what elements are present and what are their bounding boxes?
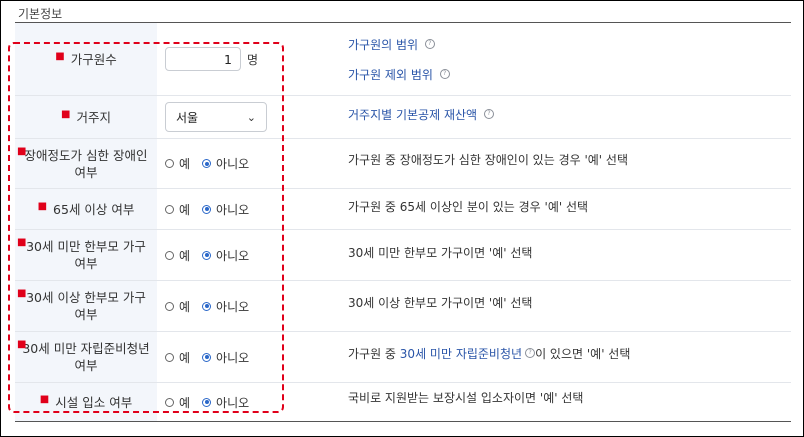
- question-circle-icon[interactable]: ?: [525, 348, 536, 358]
- radio-button[interactable]: [165, 250, 174, 260]
- radio-label: 예: [179, 299, 191, 314]
- unit-label: 명: [247, 52, 259, 67]
- input-cell: 예 아니오: [165, 139, 261, 188]
- input-cell: 예 아니오: [165, 189, 261, 229]
- radio-label: 아니오: [216, 350, 250, 365]
- row-single-parent-under30: ■ 30세 미만 한부모 가구 여부 예 아니오 30세 미만 한부모 가구이면…: [15, 230, 791, 281]
- radio-label: 예: [179, 202, 191, 217]
- label-text: 30세 이상 한부모 가구 여부: [26, 290, 146, 322]
- label-severe-disability: ■ 장애정도가 심한 장애인 여부: [15, 139, 157, 188]
- radio-yes[interactable]: 예: [165, 155, 190, 172]
- radio-button[interactable]: [165, 159, 174, 168]
- label-text: 30세 미만 자립준비청년 여부: [22, 341, 150, 373]
- radio-yes[interactable]: 예: [165, 298, 190, 315]
- radio-yes[interactable]: 예: [165, 201, 190, 218]
- household-size-input[interactable]: [165, 47, 241, 71]
- question-circle-icon[interactable]: ?: [483, 109, 494, 119]
- radio-label: 예: [179, 157, 191, 171]
- radio-button[interactable]: [165, 352, 174, 362]
- label-youth-independence: ■ 30세 미만 자립준비청년 여부: [15, 332, 157, 382]
- radio-no[interactable]: 아니오: [202, 247, 249, 264]
- row-facility: ■ 시설 입소 여부 예 아니오 국비로 지원받는 보장시설 입소자이면 '예'…: [15, 383, 791, 422]
- required-marker: ■: [17, 146, 27, 157]
- residence-select[interactable]: 서울 ⌄: [165, 102, 267, 132]
- radio-yes[interactable]: 예: [165, 349, 190, 366]
- label-text: 시설 입소 여부: [55, 394, 133, 410]
- label-facility: ■ 시설 입소 여부: [15, 383, 157, 421]
- household-exclusion-link[interactable]: 가구원 제외 범위: [348, 68, 433, 82]
- radio-group: 예 아니오: [165, 247, 261, 264]
- residence-deduction-link[interactable]: 거주지별 기본공제 재산액: [348, 108, 477, 122]
- label-text: 거주지: [76, 109, 111, 125]
- radio-no[interactable]: 아니오: [202, 298, 249, 315]
- row-severe-disability: ■ 장애정도가 심한 장애인 여부 예 아니오 가구원 중 장애정도가 심한 장…: [15, 139, 791, 189]
- radio-group: 예 아니오: [165, 394, 261, 411]
- radio-yes[interactable]: 예: [165, 394, 190, 411]
- desc-suffix: 이 있으면 '예' 선택: [535, 347, 631, 361]
- row-household-size: ■ 가구원수 명 가구원의 범위 ? 가구원 제외 범위 ?: [15, 23, 791, 96]
- youth-independence-link[interactable]: 30세 미만 자립준비청년: [400, 347, 522, 361]
- required-marker: ■: [55, 50, 65, 62]
- desc-prefix: 가구원 중: [348, 347, 400, 361]
- required-marker: ■: [39, 393, 50, 405]
- label-senior: ■ 65세 이상 여부: [15, 189, 157, 229]
- input-cell: 예 아니오: [165, 281, 261, 331]
- required-marker: ■: [17, 237, 27, 248]
- radio-button[interactable]: [202, 250, 212, 260]
- radio-label: 아니오: [216, 395, 250, 410]
- radio-label: 예: [179, 395, 191, 410]
- household-scope-link[interactable]: 가구원의 범위: [348, 38, 418, 52]
- row-residence: ■ 거주지 서울 ⌄ 거주지별 기본공제 재산액 ?: [15, 96, 791, 139]
- required-marker: ■: [17, 288, 27, 299]
- radio-no[interactable]: 아니오: [202, 349, 249, 366]
- required-marker: ■: [17, 339, 27, 350]
- input-cell: 예 아니오: [165, 383, 261, 421]
- radio-label: 예: [179, 248, 191, 263]
- label-text: 30세 미만 한부모 가구 여부: [26, 239, 146, 271]
- label-single-parent-over30: ■ 30세 이상 한부모 가구 여부: [15, 281, 157, 331]
- radio-button[interactable]: [202, 301, 212, 311]
- radio-label: 아니오: [216, 202, 250, 217]
- section-title: 기본정보: [18, 7, 63, 21]
- radio-yes[interactable]: 예: [165, 247, 190, 264]
- chevron-down-icon: ⌄: [246, 110, 256, 124]
- radio-label: 예: [179, 350, 191, 365]
- required-marker: ■: [37, 200, 48, 212]
- label-text: 65세 이상 여부: [53, 201, 135, 217]
- radio-group: 예 아니오: [165, 349, 261, 366]
- select-value: 서울: [176, 110, 199, 125]
- label-text: 장애정도가 심한 장애인 여부: [24, 147, 148, 180]
- row-senior: ■ 65세 이상 여부 예 아니오 가구원 중 65세 이상인 분이 있는 경우…: [15, 189, 791, 230]
- input-cell: 서울 ⌄: [165, 96, 267, 138]
- radio-button[interactable]: [202, 159, 212, 168]
- radio-button[interactable]: [165, 301, 174, 311]
- radio-no[interactable]: 아니오: [202, 201, 249, 218]
- row-youth-independence: ■ 30세 미만 자립준비청년 여부 예 아니오 가구원 중 30세 미만 자립…: [15, 332, 791, 383]
- radio-button[interactable]: [202, 204, 212, 214]
- radio-button[interactable]: [165, 204, 174, 214]
- radio-no[interactable]: 아니오: [202, 394, 249, 411]
- required-marker: ■: [61, 108, 71, 120]
- radio-label: 아니오: [216, 299, 250, 314]
- question-circle-icon[interactable]: ?: [424, 39, 435, 49]
- radio-label: 아니오: [216, 157, 250, 171]
- input-cell: 명: [165, 23, 258, 95]
- row-single-parent-over30: ■ 30세 이상 한부모 가구 여부 예 아니오 30세 이상 한부모 가구이면…: [15, 281, 791, 332]
- section-bottom-rule: [15, 421, 791, 422]
- label-household-size: ■ 가구원수: [15, 23, 157, 95]
- radio-button[interactable]: [202, 352, 212, 362]
- radio-group: 예 아니오: [165, 155, 261, 172]
- input-cell: 예 아니오: [165, 332, 261, 382]
- input-cell: 예 아니오: [165, 230, 261, 280]
- label-residence: ■ 거주지: [15, 96, 157, 138]
- radio-button[interactable]: [165, 397, 174, 407]
- label-single-parent-under30: ■ 30세 미만 한부모 가구 여부: [15, 230, 157, 280]
- radio-group: 예 아니오: [165, 201, 261, 218]
- radio-label: 아니오: [216, 248, 250, 263]
- radio-no[interactable]: 아니오: [202, 155, 249, 172]
- question-circle-icon[interactable]: ?: [439, 69, 450, 79]
- label-text: 가구원수: [70, 51, 117, 67]
- radio-group: 예 아니오: [165, 298, 261, 315]
- radio-button[interactable]: [202, 397, 212, 407]
